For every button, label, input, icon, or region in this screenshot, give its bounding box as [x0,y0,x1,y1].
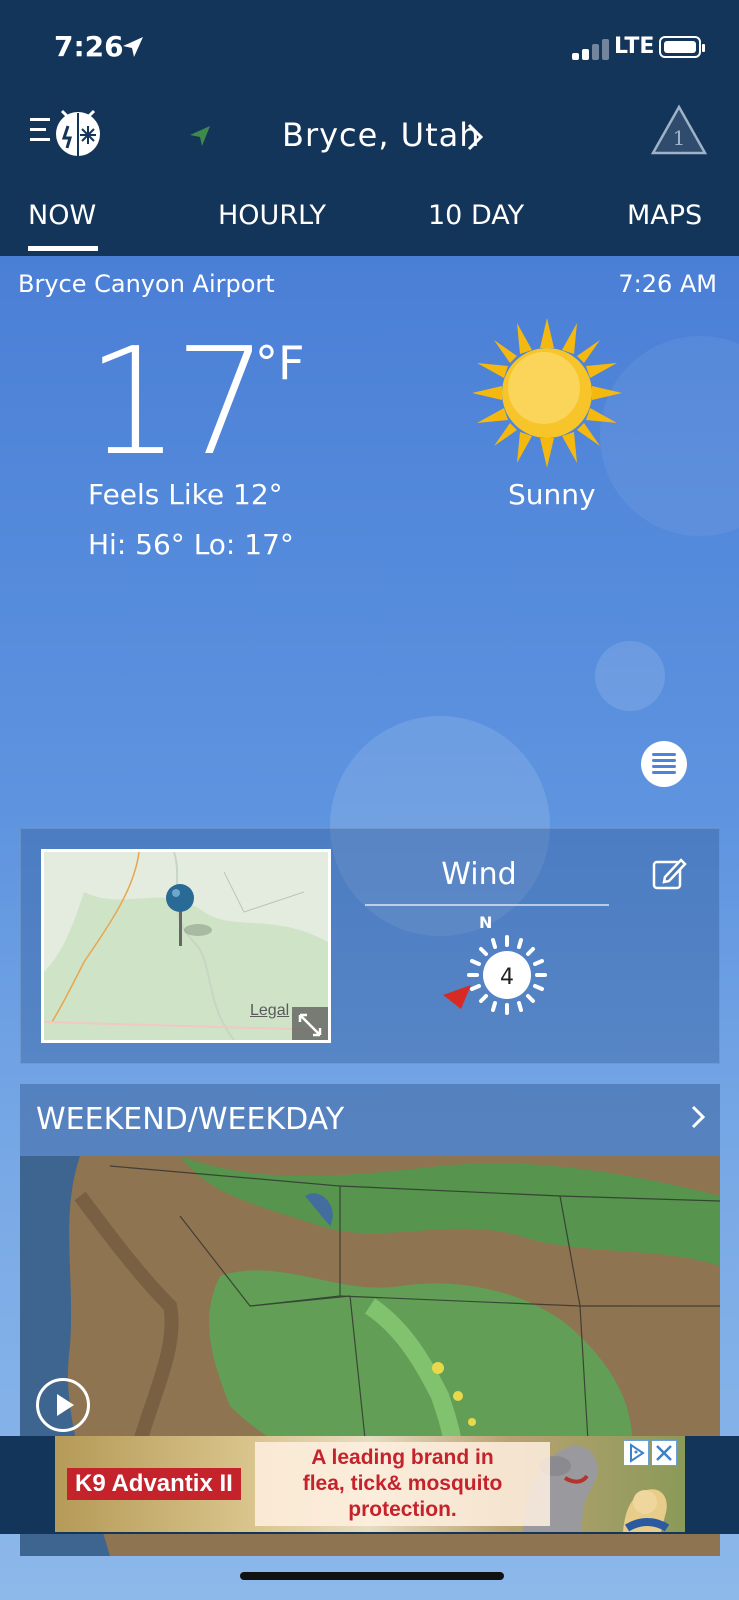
expand-icon[interactable] [292,1007,328,1040]
status-bar: 7:26 LTE [0,0,739,96]
ad-brand: K9 Advantix II [67,1468,241,1500]
feels-like: Feels Like 12° [88,478,283,511]
tab-hourly[interactable]: HOURLY [218,200,326,231]
tab-now[interactable]: NOW [28,200,96,231]
weather-app: 7:26 LTE Bryce, Utah 1 NOW HOURLY 10 DAY… [0,0,739,1600]
hi-lo: Hi: 56° Lo: 17° [88,528,294,561]
menu-icon[interactable] [28,104,108,164]
location-arrow-icon [123,37,143,57]
lens-flare [595,641,665,711]
alert-count: 1 [672,126,686,150]
tab-10-day[interactable]: 10 DAY [428,200,524,231]
edit-icon[interactable] [651,855,687,891]
app-header: Bryce, Utah 1 [0,96,739,182]
ad-line-1: A leading brand in [311,1446,494,1469]
wind-title: Wind [441,857,517,892]
wind-speed: 4 [500,965,514,990]
active-tab-indicator [28,246,98,251]
temperature-unit: °F [255,336,305,390]
location-nav-icon [190,126,210,146]
sun-icon [472,318,622,468]
network-label: LTE [614,34,655,59]
list-view-button[interactable] [641,741,687,787]
ad-line-3: protection. [348,1498,457,1521]
home-indicator[interactable] [240,1572,504,1580]
current-temperature: 17 [86,316,268,488]
weekend-weekday-header[interactable]: WEEKEND/WEEKDAY [20,1084,720,1156]
map-legal-link[interactable]: Legal [250,1002,289,1020]
play-icon[interactable] [36,1378,90,1432]
condition-text: Sunny [508,478,596,511]
ad-banner[interactable]: K9 Advantix II A leading brand in flea, … [55,1436,685,1532]
ad-copy: A leading brand in flea, tick& mosquito … [255,1442,550,1526]
ad-line-2: flea, tick& mosquito [302,1472,503,1495]
station-name: Bryce Canyon Airport [18,270,275,298]
chevron-right-icon [691,1105,706,1129]
wind-north-label: N [479,913,493,932]
close-icon[interactable] [651,1440,677,1466]
status-time: 7:26 [54,30,124,63]
weatherbug-logo [56,109,100,156]
ad-choices-icon[interactable] [623,1440,649,1466]
chevron-right-icon[interactable] [466,122,484,152]
map-pin-icon [166,884,212,946]
signal-bars-icon [572,38,612,60]
location-title[interactable]: Bryce, Utah [282,116,481,154]
weekend-weekday-title: WEEKEND/WEEKDAY [36,1102,345,1137]
wind-divider [365,904,609,906]
tab-bar: NOW HOURLY 10 DAY MAPS [0,190,739,256]
alert-button[interactable]: 1 [650,104,708,156]
mini-map[interactable]: Legal [41,849,331,1043]
tab-maps[interactable]: MAPS [627,200,702,231]
observation-time: 7:26 AM [618,270,717,298]
map-wind-card: Legal Wind N 4 [20,828,720,1064]
battery-icon [659,36,705,58]
